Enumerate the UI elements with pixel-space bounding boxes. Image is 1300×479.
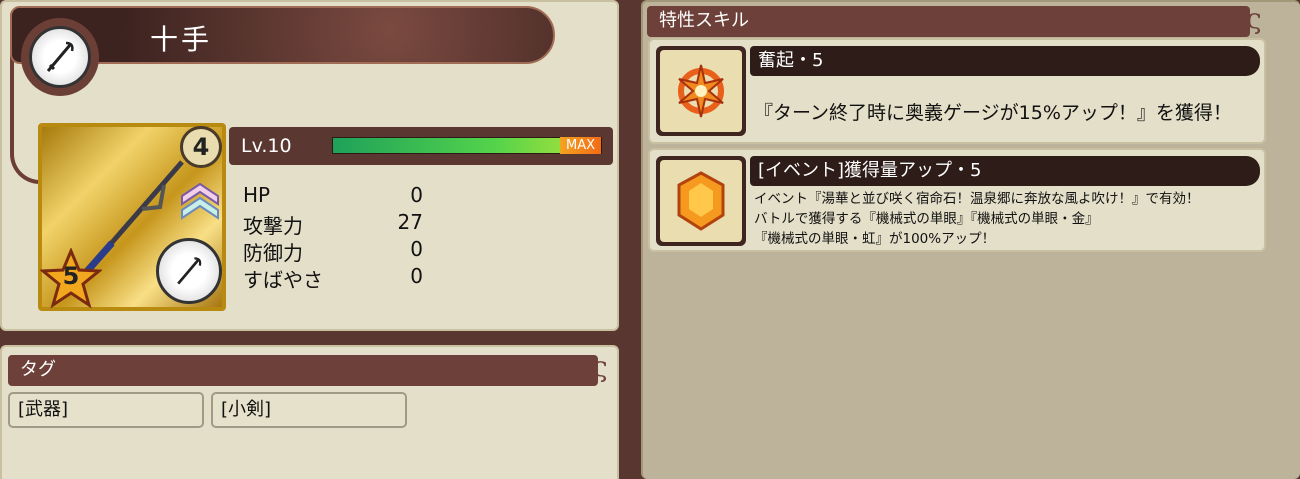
tag-weapon[interactable]: [武器] xyxy=(8,392,204,428)
stat-row: 攻撃力 27 xyxy=(243,210,423,238)
max-label: MAX xyxy=(559,137,601,154)
tag-header: タグ xyxy=(8,355,598,386)
skill-item[interactable]: 奮起・5 『ターン終了時に奥義ゲージが15%アップ！』を獲得！ xyxy=(648,38,1266,144)
skill-name: [イベント]獲得量アップ・5 xyxy=(750,156,1260,186)
stat-row: HP 0 xyxy=(243,183,423,207)
skill-description: イベント『湯華と並び咲く宿命石！温泉郷に奔放な風よ吹け！』で有効！ バトルで獲得… xyxy=(754,191,1200,247)
weapon-type-icon xyxy=(21,18,99,96)
skill-name: 奮起・5 xyxy=(750,46,1260,76)
orange-gem-icon xyxy=(656,156,746,246)
skill-item[interactable]: [イベント]獲得量アップ・5 イベント『湯華と並び咲く宿命石！温泉郷に奔放な風よ… xyxy=(648,148,1266,252)
skill-header: 特性スキル xyxy=(647,6,1250,37)
stat-row: すばやさ 0 xyxy=(243,264,423,292)
stat-row: 防御力 0 xyxy=(243,237,423,265)
stat-list: HP 0 攻撃力 27 防御力 0 すばやさ 0 xyxy=(243,183,423,292)
item-name: 十手 xyxy=(150,23,213,56)
header-flourish-icon: ς xyxy=(592,350,608,383)
burst-sun-icon xyxy=(656,46,746,136)
star-rank-icon: 5 xyxy=(40,248,102,310)
skill-description: 『ターン終了時に奥義ゲージが15%アップ！』を獲得！ xyxy=(754,102,1232,124)
level-bar: Lv.10 MAX xyxy=(229,127,613,165)
exp-gauge: MAX xyxy=(332,137,602,154)
rank-chevron-icon xyxy=(181,182,219,220)
weapon-class-icon xyxy=(156,238,222,304)
rarity-badge: 4 xyxy=(180,126,222,168)
star-count: 5 xyxy=(62,262,80,290)
level-label: Lv.10 xyxy=(241,135,292,157)
tag-dagger[interactable]: [小剣] xyxy=(211,392,407,428)
header-flourish-icon: ς xyxy=(1246,2,1262,35)
